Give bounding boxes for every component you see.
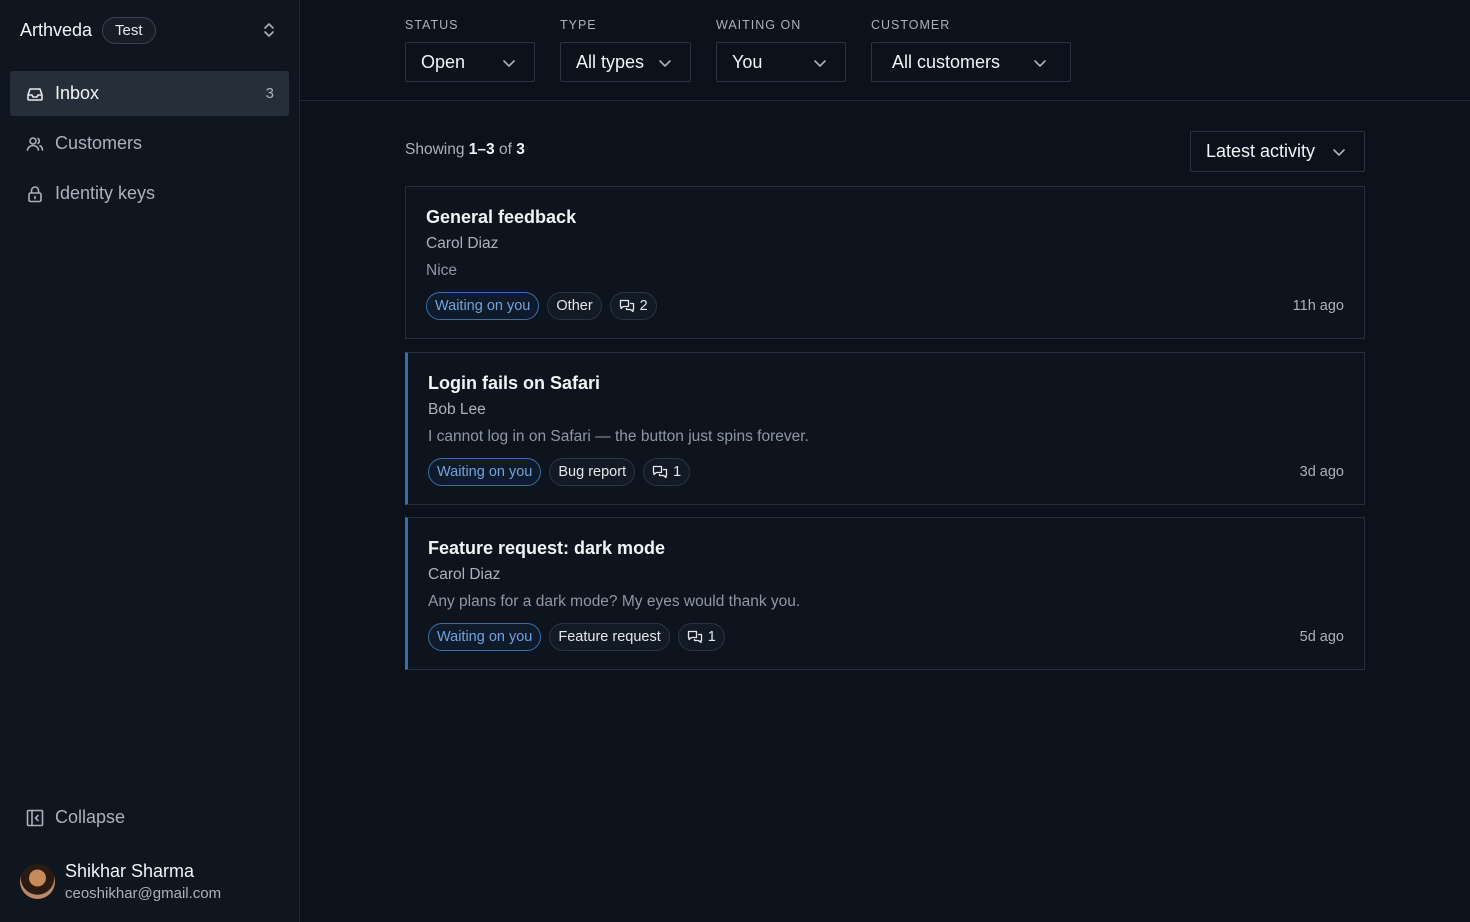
sidebar-item-label: Identity keys [55, 183, 156, 203]
showing-range: 1–3 [468, 141, 495, 158]
user-name: Shikhar Sharma [65, 861, 195, 881]
collapse-sidebar-button[interactable]: Collapse [25, 807, 125, 828]
customer-filter: CUSTOMER All customers [871, 18, 1071, 82]
reply-count: 2 [639, 298, 648, 314]
sidebar-collapse-icon [25, 808, 45, 828]
conversation-title: Feature request: dark mode [428, 538, 666, 558]
type-badge: Feature request [549, 623, 670, 651]
results-count: Showing 1–3 of 3 [405, 141, 525, 159]
chevron-down-icon [814, 60, 826, 67]
type-badge: Other [547, 292, 602, 320]
conversation-author: Bob Lee [428, 401, 486, 418]
conversation-preview: Any plans for a dark mode? My eyes would… [428, 593, 801, 610]
lock-icon [25, 184, 45, 204]
conversation-preview: Nice [426, 262, 458, 279]
chat-bubbles-icon [619, 298, 635, 314]
conversation-title: Login fails on Safari [428, 373, 601, 393]
chat-bubbles-icon [687, 629, 703, 645]
filters-bar: STATUS Open TYPE All types WAITING ON Yo… [300, 0, 1470, 101]
avatar [20, 864, 55, 899]
chevron-down-icon [659, 60, 671, 67]
conversation-time: 3d ago [1299, 464, 1344, 480]
sidebar: Arthveda Test Inbox 3 Customers Identity… [0, 0, 300, 922]
waiting-on-filter: WAITING ON You [716, 18, 846, 82]
reply-count: 1 [707, 629, 716, 645]
conversation-time: 5d ago [1299, 629, 1344, 645]
users-icon [25, 134, 45, 154]
customer-select[interactable]: All customers [871, 42, 1071, 82]
status-select-value: Open [421, 51, 466, 72]
conversation-card[interactable]: Login fails on Safari Bob Lee I cannot l… [405, 352, 1365, 505]
workspace-switcher[interactable]: Arthveda Test [20, 14, 285, 46]
type-select-value: All types [576, 51, 645, 72]
type-filter: TYPE All types [560, 18, 691, 82]
sidebar-item-label: Customers [55, 133, 143, 153]
status-filter: STATUS Open [405, 18, 535, 82]
status-filter-label: STATUS [405, 18, 459, 32]
conversation-preview: I cannot log in on Safari — the button j… [428, 428, 809, 445]
status-select[interactable]: Open [405, 42, 535, 82]
reply-count-badge: 1 [643, 458, 691, 486]
sidebar-item-identity-keys[interactable]: Identity keys [10, 171, 289, 216]
chevron-up-down-icon[interactable] [259, 20, 279, 40]
conversation-author: Carol Diaz [428, 566, 501, 583]
showing-total: 3 [516, 141, 525, 158]
conversation-tags: Waiting on you Other 2 [426, 292, 657, 320]
sidebar-item-label: Inbox [55, 83, 100, 103]
type-badge: Bug report [549, 458, 636, 486]
conversation-card[interactable]: Feature request: dark mode Carol Diaz An… [405, 517, 1365, 670]
sort-select[interactable]: Latest activity [1190, 131, 1365, 172]
waiting-on-select[interactable]: You [716, 42, 846, 82]
customer-select-value: All customers [892, 51, 1001, 72]
inbox-icon [25, 84, 45, 104]
showing-of: of [498, 141, 512, 158]
reply-count-badge: 2 [609, 292, 657, 320]
inbox-count: 3 [265, 85, 274, 102]
collapse-label: Collapse [55, 807, 126, 827]
waiting-on-select-value: You [732, 51, 763, 72]
environment-badge: Test [102, 16, 156, 44]
status-badge: Waiting on you [428, 458, 542, 486]
customer-filter-label: CUSTOMER [871, 18, 951, 32]
chevron-down-icon [1034, 60, 1046, 67]
type-select[interactable]: All types [560, 42, 691, 82]
workspace-name: Arthveda [20, 19, 93, 40]
conversation-title: General feedback [426, 207, 577, 227]
reply-count-badge: 1 [677, 623, 725, 651]
waiting-on-filter-label: WAITING ON [716, 18, 802, 32]
sidebar-item-inbox[interactable]: Inbox 3 [10, 71, 289, 116]
conversation-card[interactable]: General feedback Carol Diaz Nice Waiting… [405, 186, 1365, 339]
reply-count: 1 [673, 464, 682, 480]
chat-bubbles-icon [652, 464, 668, 480]
user-email: ceoshikhar@gmail.com [65, 885, 222, 902]
showing-prefix: Showing [405, 141, 465, 158]
status-badge: Waiting on you [426, 292, 540, 320]
conversation-time: 11h ago [1292, 298, 1344, 314]
conversation-author: Carol Diaz [426, 235, 499, 252]
type-filter-label: TYPE [560, 18, 597, 32]
conversation-tags: Waiting on you Bug report 1 [428, 458, 691, 486]
user-profile[interactable]: Shikhar Sharma ceoshikhar@gmail.com [20, 861, 221, 902]
status-badge: Waiting on you [428, 623, 542, 651]
chevron-down-icon [503, 60, 515, 67]
chevron-down-icon [1333, 149, 1345, 156]
sidebar-item-customers[interactable]: Customers [10, 121, 289, 166]
sort-select-value: Latest activity [1206, 141, 1316, 161]
conversation-tags: Waiting on you Feature request 1 [428, 623, 725, 651]
